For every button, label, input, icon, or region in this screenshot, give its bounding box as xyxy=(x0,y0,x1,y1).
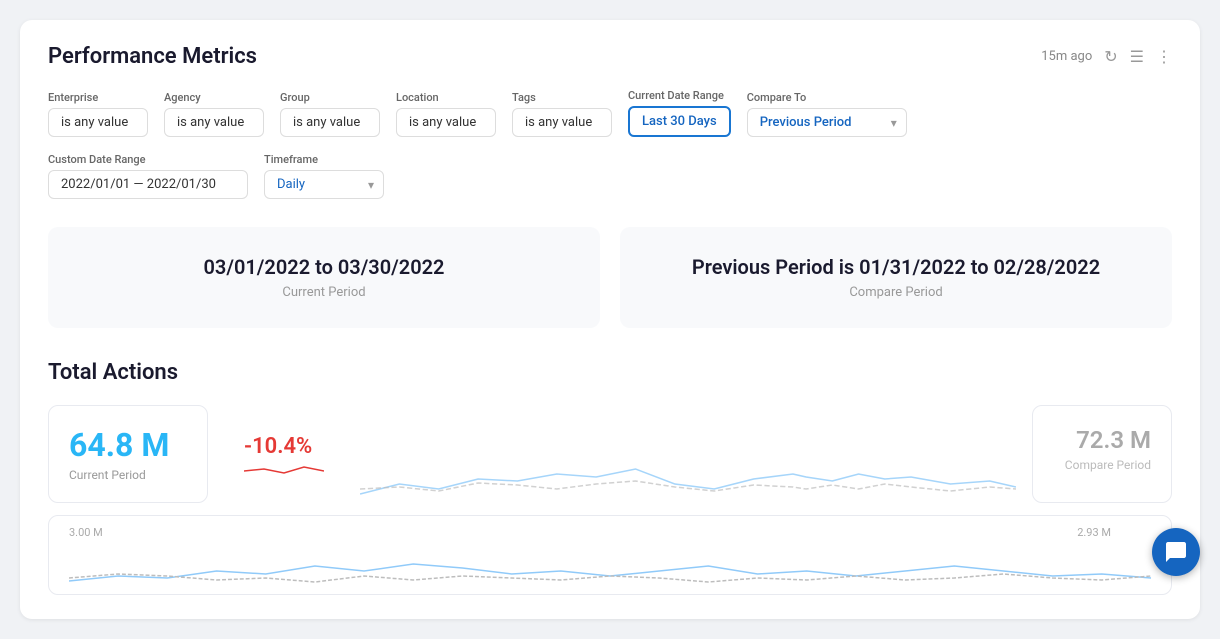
page-title: Performance Metrics xyxy=(48,44,257,69)
period-cards: 03/01/2022 to 03/30/2022 Current Period … xyxy=(48,227,1172,328)
metric-change-card: -10.4% xyxy=(224,405,344,503)
compare-metric-value: 72.3 M xyxy=(1053,426,1151,454)
menu-lines-icon[interactable]: ☰ xyxy=(1130,47,1144,66)
main-container: Performance Metrics 15m ago ↻ ☰ ⋮ Enterp… xyxy=(20,20,1200,619)
refresh-icon[interactable]: ↻ xyxy=(1104,47,1117,66)
tags-select[interactable]: is any value xyxy=(512,108,612,137)
current-period-card: 03/01/2022 to 03/30/2022 Current Period xyxy=(48,227,600,328)
enterprise-select[interactable]: is any value xyxy=(48,108,148,137)
main-chart xyxy=(360,439,1016,499)
custom-range-label: Custom Date Range xyxy=(48,153,248,166)
metrics-row: 64.8 M Current Period -10.4% 72.3 M Comp… xyxy=(48,405,1172,503)
custom-range-input[interactable]: 2022/01/01 — 2022/01/30 xyxy=(48,170,248,199)
change-underline-chart xyxy=(244,459,324,475)
agency-select[interactable]: is any value xyxy=(164,108,264,137)
y-axis-label: 3.00 M xyxy=(69,526,103,539)
compare-period-title: Previous Period is 01/31/2022 to 02/28/2… xyxy=(644,255,1148,279)
current-period-title: 03/01/2022 to 03/30/2022 xyxy=(72,255,576,279)
compare-select[interactable]: Previous Period xyxy=(747,108,907,137)
compare-metric-label: Compare Period xyxy=(1053,458,1151,472)
group-label: Group xyxy=(280,91,380,104)
date-range-select[interactable]: Last 30 Days xyxy=(628,106,731,137)
tags-filter: Tags is any value xyxy=(512,91,612,137)
date-range-label: Current Date Range xyxy=(628,89,731,102)
tags-label: Tags xyxy=(512,91,612,104)
current-metric-label: Current Period xyxy=(69,468,187,482)
timeframe-select[interactable]: Daily xyxy=(264,170,384,199)
location-label: Location xyxy=(396,91,496,104)
change-value: -10.4% xyxy=(244,434,324,459)
group-filter: Group is any value xyxy=(280,91,380,137)
bottom-chart-row: 3.00 M 2.93 M xyxy=(48,515,1172,595)
header-row: Performance Metrics 15m ago ↻ ☰ ⋮ xyxy=(48,44,1172,69)
more-vert-icon[interactable]: ⋮ xyxy=(1156,47,1172,66)
chat-icon xyxy=(1164,540,1188,564)
location-filter: Location is any value xyxy=(396,91,496,137)
timeframe-wrapper: Daily ▾ xyxy=(264,170,384,199)
timeframe-filter: Timeframe Daily ▾ xyxy=(264,153,384,199)
timeframe-label: Timeframe xyxy=(264,153,384,166)
section-title: Total Actions xyxy=(48,360,1172,385)
group-select[interactable]: is any value xyxy=(280,108,380,137)
compare-period-card: Previous Period is 01/31/2022 to 02/28/2… xyxy=(620,227,1172,328)
chat-button[interactable] xyxy=(1152,528,1200,576)
filters-row-2: Custom Date Range 2022/01/01 — 2022/01/3… xyxy=(48,153,1172,199)
custom-range-filter: Custom Date Range 2022/01/01 — 2022/01/3… xyxy=(48,153,248,199)
bottom-chart xyxy=(69,536,1151,586)
enterprise-filter: Enterprise is any value xyxy=(48,91,148,137)
compare-filter: Compare To Previous Period ▾ xyxy=(747,91,907,137)
chart-area xyxy=(360,405,1016,503)
x-axis-label: 2.93 M xyxy=(1077,526,1111,539)
compare-metric-card: 72.3 M Compare Period xyxy=(1032,405,1172,503)
enterprise-label: Enterprise xyxy=(48,91,148,104)
compare-label: Compare To xyxy=(747,91,907,104)
location-select[interactable]: is any value xyxy=(396,108,496,137)
date-range-filter: Current Date Range Last 30 Days xyxy=(628,89,731,137)
filters-row-1: Enterprise is any value Agency is any va… xyxy=(48,89,1172,137)
agency-label: Agency xyxy=(164,91,264,104)
compare-wrapper: Previous Period ▾ xyxy=(747,108,907,137)
header-actions: 15m ago ↻ ☰ ⋮ xyxy=(1041,47,1172,66)
agency-filter: Agency is any value xyxy=(164,91,264,137)
current-metric-card: 64.8 M Current Period xyxy=(48,405,208,503)
current-period-label: Current Period xyxy=(72,285,576,300)
current-metric-value: 64.8 M xyxy=(69,426,187,464)
compare-period-label: Compare Period xyxy=(644,285,1148,300)
last-updated-text: 15m ago xyxy=(1041,49,1092,64)
